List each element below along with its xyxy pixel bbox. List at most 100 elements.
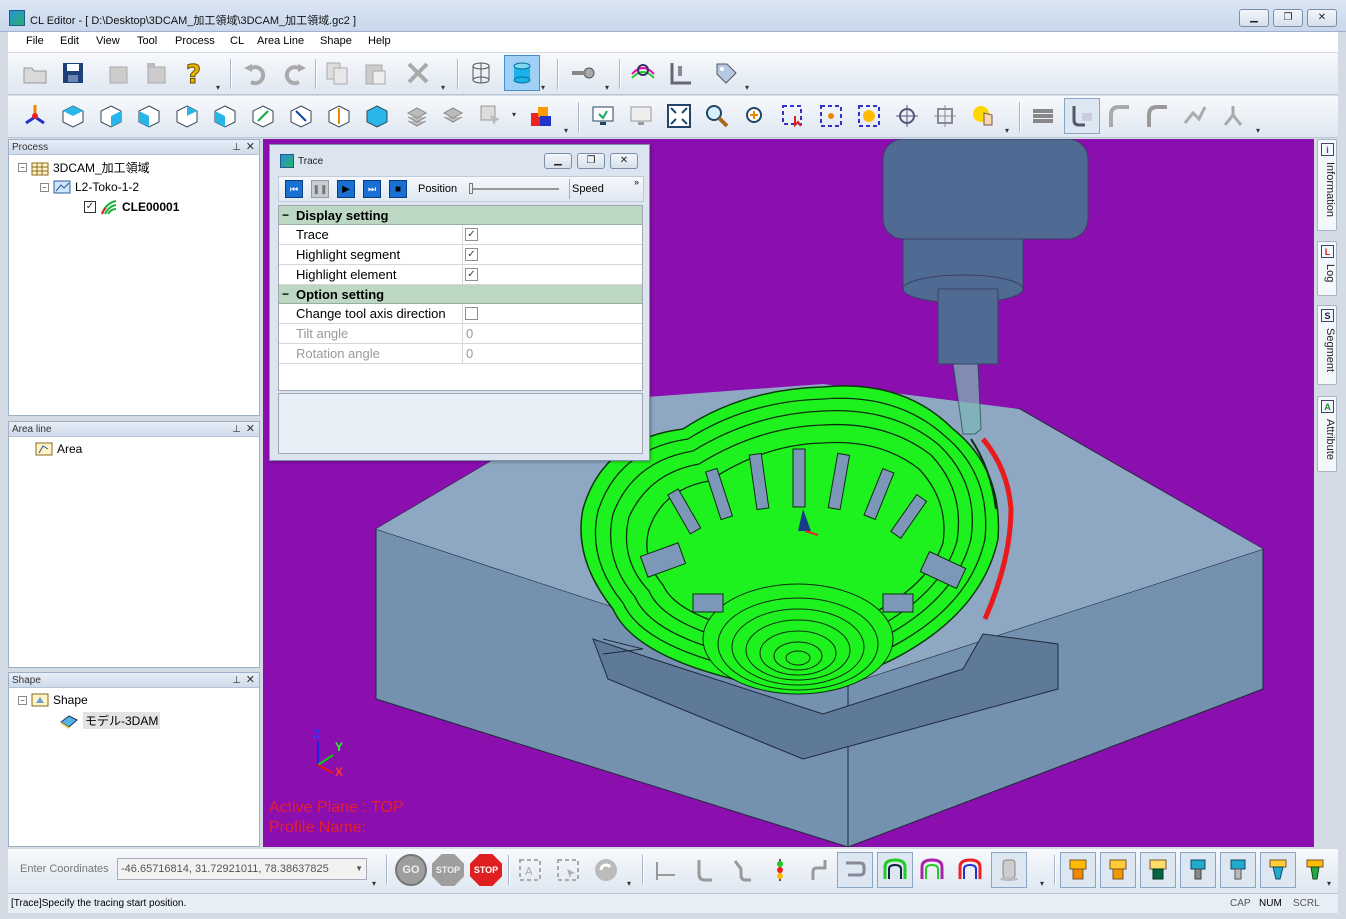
cl-checkbox[interactable]: ✓ [84,201,96,213]
view-iso3-icon[interactable] [324,101,354,131]
refresh-icon[interactable] [591,855,621,885]
toolbar-grip[interactable]: ▾ [1256,126,1264,135]
tool-ball-icon[interactable] [1100,852,1136,888]
position-slider[interactable] [469,183,559,194]
toolbar-grip[interactable]: ▾ [627,879,635,888]
save-disabled-icon[interactable] [103,58,133,88]
collapse-icon[interactable]: − [282,206,289,225]
dropdown-icon[interactable]: ▼ [355,859,363,879]
toolbar-grip[interactable]: ▾ [541,83,549,92]
highlight-segment-checkbox[interactable]: ✓ [465,248,478,261]
option-setting-category[interactable]: − Option setting [279,285,642,304]
path-a-icon[interactable] [1104,101,1134,131]
select-move-icon[interactable] [553,855,583,885]
trace-minimize-button[interactable]: ▁ [544,153,572,169]
collapse-icon[interactable]: − [40,182,49,192]
menu-file[interactable]: File [26,35,44,47]
stack-lines-icon[interactable] [1028,101,1058,131]
toolbar-grip[interactable]: ▾ [441,83,449,92]
menu-area-line[interactable]: Area Line [257,35,304,47]
save-as-icon[interactable] [141,58,171,88]
collapse-icon[interactable]: − [18,163,27,172]
view-iso1-icon[interactable] [248,101,278,131]
tool-endmill-icon[interactable] [1220,852,1256,888]
copy-icon[interactable] [322,58,352,88]
paste-icon[interactable] [360,58,390,88]
red-path-icon[interactable] [955,855,985,885]
trace-restore-button[interactable]: ❐ [577,153,605,169]
change-axis-checkbox[interactable] [465,307,478,320]
maximize-button[interactable]: ❐ [1273,9,1303,27]
help-icon[interactable]: ? [178,58,208,88]
toolbar-grip[interactable]: ▾ [216,83,224,92]
minimize-button[interactable]: ▁ [1239,9,1269,27]
wireframe-cylinder-icon[interactable] [466,58,496,88]
approach-icon[interactable] [689,855,719,885]
tree-item-cl[interactable]: ✓ CLE00001 [84,199,179,215]
tree-item-model[interactable]: モデル-3DAM [59,712,161,729]
toolbar-grip[interactable]: ▾ [605,83,613,92]
zoom-center-icon[interactable] [816,101,846,131]
display-setting-category[interactable]: − Display setting [279,206,642,225]
menu-tool[interactable]: Tool [137,35,157,47]
monitor-icon[interactable] [588,101,618,131]
color-icon[interactable] [526,101,556,131]
menu-shape[interactable]: Shape [320,35,352,47]
menu-process[interactable]: Process [175,35,215,47]
tree-item-process[interactable]: − L2-Toko-1-2 [40,179,139,195]
path-d-icon[interactable] [1218,101,1248,131]
tool-drill-icon[interactable] [1180,852,1216,888]
menu-help[interactable]: Help [368,35,391,47]
menu-cl[interactable]: CL [230,35,244,47]
select-icon[interactable] [476,101,506,131]
pan-hand-icon[interactable] [968,101,998,131]
layers-stack-icon[interactable] [438,101,468,131]
zoom-fit-icon[interactable] [664,101,694,131]
zoom-icon[interactable] [702,101,732,131]
go-button[interactable]: GO [395,854,427,886]
stop-icon[interactable]: ■ [389,180,407,198]
play-icon[interactable]: ▶ [337,180,355,198]
purple-path-icon[interactable] [917,855,947,885]
stop-gray-button[interactable]: STOP [432,854,464,886]
menu-view[interactable]: View [96,35,120,47]
zoom-sun-icon[interactable] [854,101,884,131]
crosshair-icon[interactable] [892,101,922,131]
toolbar-grip[interactable]: ▾ [1005,126,1013,135]
tree-item-project[interactable]: − 3DCAM_加工領域 [18,159,150,176]
stop-button[interactable]: STOP [470,854,502,886]
tool-holder-icon[interactable] [1140,852,1176,888]
toolbar-grip[interactable]: ▾ [1327,879,1335,888]
collapse-icon[interactable]: − [282,285,289,304]
first-icon[interactable]: ⏮ [285,180,303,198]
tab-information[interactable]: i Information [1317,139,1337,231]
path-c-icon[interactable] [1180,101,1210,131]
link-icon[interactable] [803,855,833,885]
toolbar-grip[interactable]: ▾ [512,110,520,119]
monitor-refresh-icon[interactable] [626,101,656,131]
retract-icon[interactable] [727,855,757,885]
view-right-icon[interactable] [134,101,164,131]
coords-input[interactable]: -46.65716814, 31.72921011, 78.38637825 ▼ [117,858,367,880]
menu-edit[interactable]: Edit [60,35,79,47]
pin-icon[interactable]: ⊥ [232,422,241,437]
zoom-in-icon[interactable] [740,101,770,131]
close-icon[interactable]: ✕ [246,422,255,437]
toolbar-grip[interactable]: ▾ [1040,879,1048,888]
position-slider-thumb[interactable] [469,183,473,194]
trace-close-button[interactable]: ✕ [610,153,638,169]
view-front-icon[interactable] [96,101,126,131]
toolbar-overflow-icon[interactable]: » [634,177,639,187]
tab-segment[interactable]: S Segment [1317,305,1337,385]
close-button[interactable]: ✕ [1307,9,1337,27]
green-path-icon[interactable] [877,852,913,888]
cylinder-tool-icon[interactable] [991,852,1027,888]
redo-icon[interactable] [279,58,309,88]
view-iso2-icon[interactable] [286,101,316,131]
key-icon[interactable] [568,58,598,88]
contour-icon[interactable] [837,852,873,888]
toolbar-grip[interactable]: ▾ [564,126,572,135]
view-back-icon[interactable] [210,101,240,131]
select-area-icon[interactable]: A [515,855,545,885]
solid-cylinder-icon[interactable] [504,55,540,91]
